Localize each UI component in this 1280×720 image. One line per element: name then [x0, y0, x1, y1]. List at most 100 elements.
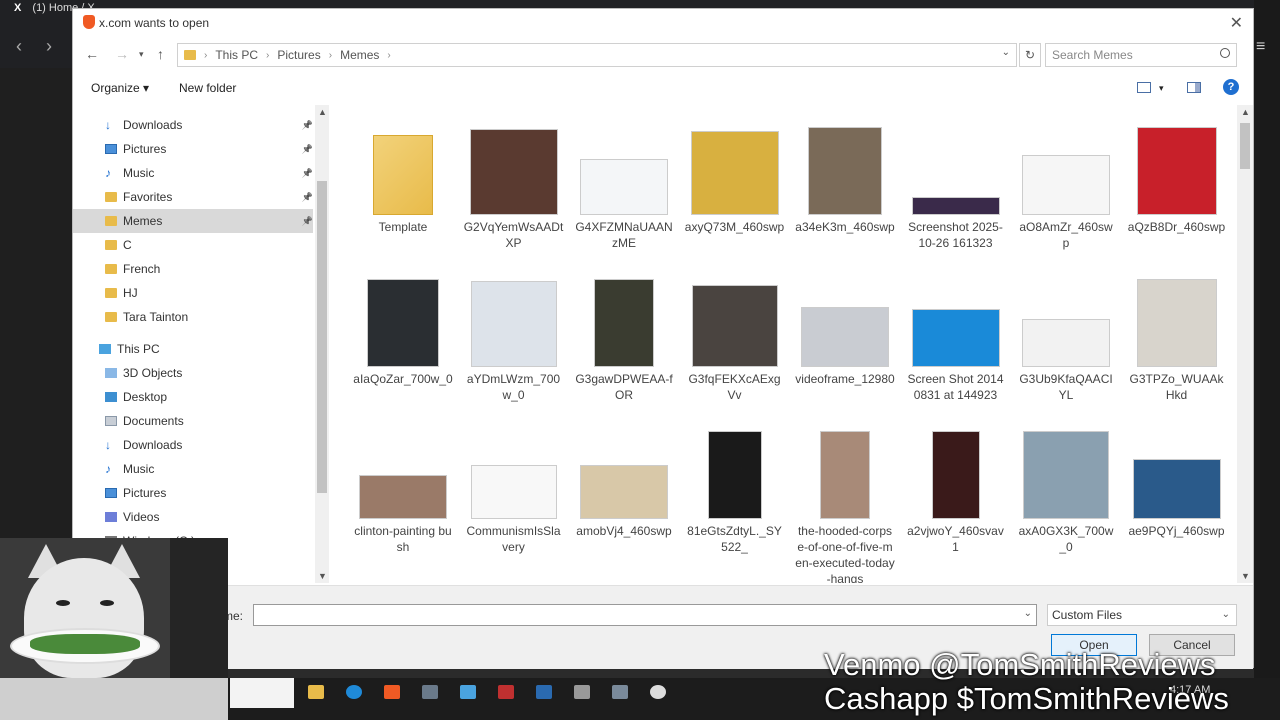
file-name: aIaQoZar_700w_0	[353, 372, 453, 386]
back-icon[interactable]: ←	[85, 46, 99, 62]
microphone-app-icon[interactable]	[498, 685, 514, 699]
up-icon[interactable]: ↑	[157, 46, 164, 62]
file-item[interactable]: Screenshot 2025-10-26 161323	[906, 119, 1006, 259]
view-dropdown-icon[interactable]: ▾	[1159, 83, 1164, 94]
breadcrumb-pictures[interactable]: Pictures	[277, 48, 320, 62]
file-item[interactable]: the-hooded-corpse-of-one-of-five-men-exe…	[795, 423, 895, 583]
file-item[interactable]: axyQ73M_460swp	[685, 119, 785, 259]
sidebar-item-hj[interactable]: HJ	[73, 281, 313, 305]
folder-item[interactable]: Template	[353, 119, 453, 259]
sidebar-item-downloads[interactable]: ↓ Downloads	[73, 433, 313, 457]
file-item[interactable]: G3fqFEKXcAExgVv	[685, 271, 785, 411]
sidebar-item-french[interactable]: French	[73, 257, 313, 281]
edge-icon[interactable]	[346, 685, 362, 699]
sidebar-item-memes[interactable]: Memes 📌	[73, 209, 313, 233]
sidebar-item-videos[interactable]: Videos	[73, 505, 313, 529]
sidebar-item-downloads[interactable]: ↓ Downloads 📌	[73, 113, 313, 137]
file-name: axyQ73M_460swp	[684, 220, 785, 234]
file-item[interactable]: clinton-painting bush	[353, 423, 453, 563]
preview-pane-icon[interactable]	[1187, 82, 1201, 93]
navigation-scroll-thumb[interactable]	[317, 181, 327, 493]
back-arrow-icon[interactable]: ‹	[16, 36, 22, 57]
help-icon[interactable]: ?	[1223, 79, 1239, 95]
app-icon[interactable]	[460, 685, 476, 699]
sidebar-item-favorites[interactable]: Favorites 📌	[73, 185, 313, 209]
sidebar-item-c[interactable]: C	[73, 233, 313, 257]
pin-icon: 📌	[301, 191, 313, 202]
file-name: a2vjwoY_460svav1	[907, 524, 1004, 554]
webcam-overlay	[0, 538, 228, 720]
file-item[interactable]: G3TPZo_WUAAkHkd	[1127, 271, 1227, 411]
sidebar-item-this-pc[interactable]: This PC	[73, 337, 313, 361]
image-thumbnail	[911, 309, 1000, 367]
menu-icon[interactable]: ≡	[1256, 38, 1265, 56]
image-thumbnail	[470, 465, 557, 519]
file-list-scroll-thumb[interactable]	[1240, 123, 1250, 169]
pictures-icon	[105, 144, 117, 154]
chat-app-icon[interactable]	[574, 685, 590, 699]
search-input[interactable]: Search Memes	[1045, 43, 1237, 67]
file-item[interactable]: G3gawDPWEAA-fOR	[574, 271, 674, 411]
sidebar-item-pictures[interactable]: Pictures 📌	[73, 137, 313, 161]
file-item[interactable]: Screen Shot 20140831 at 144923	[906, 271, 1006, 411]
file-item[interactable]: aIaQoZar_700w_0	[353, 271, 453, 411]
sidebar-item-documents[interactable]: Documents	[73, 409, 313, 433]
change-view-icon[interactable]	[1137, 82, 1151, 93]
calculator-icon[interactable]	[422, 685, 438, 699]
sidebar-item-3d-objects[interactable]: 3D Objects	[73, 361, 313, 385]
sync-app-icon[interactable]	[536, 685, 552, 699]
file-item[interactable]: a2vjwoY_460svav1	[906, 423, 1006, 563]
organize-button[interactable]: Organize ▾	[91, 81, 149, 95]
address-bar[interactable]: › This PC › Pictures › Memes › ⌄	[177, 43, 1017, 67]
file-item[interactable]: 81eGtsZdtyL._SY522_	[685, 423, 785, 563]
file-item[interactable]: aQzB8Dr_460swp	[1127, 119, 1227, 259]
file-name: G4XFZMNaUAANzME	[575, 220, 673, 250]
taskbar-search[interactable]	[230, 678, 294, 708]
sidebar-item-music[interactable]: ♪ Music	[73, 457, 313, 481]
sidebar-item-pictures[interactable]: Pictures	[73, 481, 313, 505]
sidebar-item-music[interactable]: ♪ Music 📌	[73, 161, 313, 185]
breadcrumb-this-pc[interactable]: This PC	[215, 48, 258, 62]
file-item[interactable]: amobVj4_460swp	[574, 423, 674, 563]
forward-arrow-icon[interactable]: ›	[46, 36, 52, 57]
file-item[interactable]: aO8AmZr_460swp	[1016, 119, 1116, 259]
obs-icon[interactable]	[650, 685, 666, 699]
filename-input[interactable]: ⌄	[253, 604, 1037, 626]
file-item[interactable]: CommunismIsSlavery	[464, 423, 564, 563]
brave-icon[interactable]	[384, 685, 400, 699]
chevron-down-icon[interactable]: ⌄	[1002, 47, 1010, 58]
sidebar-item-tara-tainton[interactable]: Tara Tainton	[73, 305, 313, 329]
pictures-icon	[105, 488, 117, 498]
file-name: ae9PQYj_460swp	[1128, 524, 1225, 538]
search-placeholder: Search Memes	[1052, 48, 1133, 62]
sidebar-item-desktop[interactable]: Desktop	[73, 385, 313, 409]
file-item[interactable]: axA0GX3K_700w_0	[1016, 423, 1116, 563]
recent-locations-icon[interactable]: ▾	[139, 49, 144, 60]
file-item[interactable]: a34eK3m_460swp	[795, 119, 895, 259]
file-name: CommunismIsSlavery	[466, 524, 561, 554]
dialog-toolbar: Organize ▾ New folder ▾ ?	[73, 75, 1253, 101]
file-list-scrollbar[interactable]: ▲ ▼	[1237, 105, 1253, 583]
file-item[interactable]: aYDmLWzm_700w_0	[464, 271, 564, 411]
chevron-down-icon[interactable]: ⌄	[1024, 608, 1032, 619]
folder-icon	[373, 135, 433, 215]
image-thumbnail	[1022, 155, 1110, 215]
file-item[interactable]: ae9PQYj_460swp	[1127, 423, 1227, 563]
camera-app-icon[interactable]	[612, 685, 628, 699]
file-explorer-icon[interactable]	[308, 685, 324, 699]
image-thumbnail	[1132, 459, 1221, 519]
close-icon[interactable]: ✕	[1230, 13, 1243, 33]
file-item[interactable]: G2VqYemWsAADtXP	[464, 119, 564, 259]
file-item[interactable]: G4XFZMNaUAANzME	[574, 119, 674, 259]
filetype-select[interactable]: Custom Files ⌄	[1047, 604, 1237, 626]
sidebar-item-label: C	[123, 238, 132, 252]
file-item[interactable]: G3Ub9KfaQAACIYL	[1016, 271, 1116, 411]
file-item[interactable]: videoframe_12980	[795, 271, 895, 411]
navigation-scrollbar[interactable]: ▲ ▼	[315, 105, 329, 583]
forward-icon[interactable]: →	[115, 46, 129, 62]
new-folder-button[interactable]: New folder	[179, 81, 236, 95]
refresh-icon[interactable]: ↻	[1019, 43, 1041, 67]
sidebar-item-label: Documents	[123, 414, 184, 428]
breadcrumb-memes[interactable]: Memes	[340, 48, 379, 62]
image-thumbnail	[911, 197, 1000, 215]
